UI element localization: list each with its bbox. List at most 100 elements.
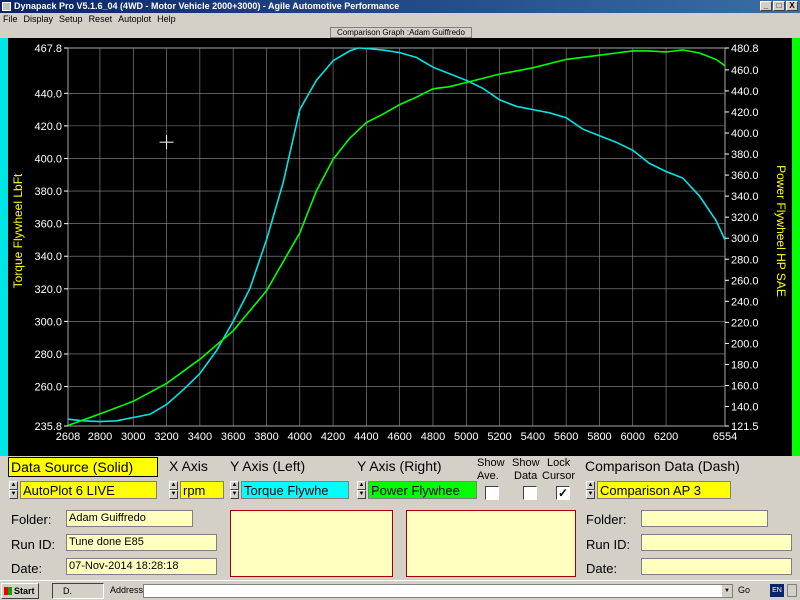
chevron-down-icon[interactable]: ▼: [722, 585, 732, 597]
x-tick-label: 5400: [521, 431, 545, 443]
notes-box-left[interactable]: [230, 510, 393, 577]
spin-down-icon[interactable]: ▼: [586, 490, 595, 499]
y-right-value[interactable]: Power Flywhee: [368, 481, 477, 499]
address-label: Address: [110, 585, 144, 595]
address-input[interactable]: [143, 584, 733, 598]
minimize-button[interactable]: _: [760, 1, 772, 11]
runid-label-right: Run ID:: [586, 537, 631, 552]
spin-up-icon[interactable]: ▲: [230, 481, 239, 490]
close-button[interactable]: X: [786, 1, 798, 11]
right-tick-label: 260.0: [731, 275, 759, 287]
right-tick-label: 420.0: [731, 107, 759, 119]
title-bar: Dynapack Pro V5.1.6_04 (4WD - Motor Vehi…: [0, 0, 800, 13]
show-data-label-top: Show: [512, 457, 540, 469]
y-right-spinner[interactable]: ▲ ▼: [357, 481, 366, 499]
y-left-spinner[interactable]: ▲ ▼: [230, 481, 239, 499]
lock-cursor-label-bottom: Cursor: [542, 470, 576, 482]
show-data-label-bottom: Data: [514, 470, 538, 482]
x-tick-label: 3400: [188, 431, 212, 443]
start-button[interactable]: Start: [1, 583, 39, 599]
right-tick-label: 320.0: [731, 212, 759, 224]
data-source-value[interactable]: AutoPlot 6 LIVE: [20, 481, 157, 499]
left-tick-label: 420.0: [34, 121, 62, 133]
x-tick-label: 6000: [621, 431, 645, 443]
right-tick-label: 140.0: [731, 402, 759, 414]
left-tick-label: 360.0: [34, 219, 62, 231]
notes-box-right[interactable]: [406, 510, 576, 577]
right-tick-label: 340.0: [731, 191, 759, 203]
graph-area[interactable]: 2608 2800 3000 3200 3400 3600 3800 4000 4200 4400…: [0, 38, 800, 456]
menu-setup[interactable]: Setup: [56, 13, 86, 25]
maximize-button[interactable]: □: [773, 1, 785, 11]
x-tick-label: 5800: [587, 431, 611, 443]
date-label-left: Date:: [11, 561, 43, 576]
menu-reset[interactable]: Reset: [86, 13, 116, 25]
left-tick-label: 280.0: [34, 349, 62, 361]
show-ave-checkbox[interactable]: [485, 486, 499, 500]
y-right-header: Y Axis (Right): [357, 458, 442, 474]
x-axis-header: X Axis: [169, 458, 208, 474]
crosshair-cursor: [159, 135, 174, 150]
left-tick-label: 340.0: [34, 251, 62, 263]
date-value-right: [641, 558, 792, 575]
comparison-spinner[interactable]: ▲ ▼: [586, 481, 595, 499]
x-axis-value[interactable]: rpm: [180, 481, 224, 499]
left-tick-label: 440.0: [34, 88, 62, 100]
data-source-header[interactable]: Data Source (Solid): [8, 457, 158, 477]
menu-file[interactable]: File: [0, 13, 21, 25]
show-ave-label-bottom: Ave.: [477, 470, 499, 482]
x-axis-spinner[interactable]: ▲ ▼: [169, 481, 178, 499]
comparison-value[interactable]: Comparison AP 3: [597, 481, 731, 499]
window-title: Dynapack Pro V5.1.6_04 (4WD - Motor Vehi…: [14, 1, 400, 11]
show-data-checkbox[interactable]: [523, 486, 537, 500]
left-tick-label: 300.0: [34, 316, 62, 328]
menu-help[interactable]: Help: [154, 13, 179, 25]
menu-bar: File Display Setup Reset Autoplot Help: [0, 13, 800, 25]
spin-down-icon[interactable]: ▼: [357, 490, 366, 499]
go-button[interactable]: Go: [738, 585, 750, 595]
left-tick-label: 400.0: [34, 153, 62, 165]
menu-autoplot[interactable]: Autoplot: [115, 13, 154, 25]
spin-up-icon[interactable]: ▲: [586, 481, 595, 490]
folder-label-left: Folder:: [11, 512, 52, 527]
dyno-chart[interactable]: 2608 2800 3000 3200 3400 3600 3800 4000 4200 4400…: [0, 38, 800, 456]
right-tick-label: 160.0: [731, 380, 759, 392]
x-tick-label: 4600: [387, 431, 411, 443]
language-indicator[interactable]: EN: [770, 584, 784, 597]
left-tick-label: 380.0: [34, 186, 62, 198]
x-tick-label: 4400: [354, 431, 378, 443]
runid-value-right: [641, 534, 792, 551]
lock-cursor-checkbox[interactable]: ✓: [556, 486, 570, 500]
right-tick-label: 360.0: [731, 170, 759, 182]
taskbar-item[interactable]: D.: [52, 583, 104, 599]
menu-display[interactable]: Display: [21, 13, 57, 25]
x-tick-label: 6200: [654, 431, 678, 443]
right-axis-color-bar: [792, 38, 800, 456]
right-axis-ticks: 480.8 460.0 440.0 420.0 400.0 380.0 360.0 340.0…: [725, 43, 759, 433]
left-tick-label: 235.8: [34, 421, 62, 433]
data-source-spinner[interactable]: ▲ ▼: [9, 481, 18, 499]
y-left-value[interactable]: Torque Flywhe: [241, 481, 349, 499]
right-tick-label: 440.0: [731, 86, 759, 98]
spin-up-icon[interactable]: ▲: [169, 481, 178, 490]
runid-label-left: Run ID:: [11, 537, 56, 552]
right-tick-label: 180.0: [731, 359, 759, 371]
right-tick-label: 300.0: [731, 233, 759, 245]
x-tick-label: 4200: [321, 431, 345, 443]
right-axis-label: Power Flywheel HP SAE: [774, 165, 788, 297]
x-tick-label: 5000: [454, 431, 478, 443]
spin-down-icon[interactable]: ▼: [9, 490, 18, 499]
application-window: Dynapack Pro V5.1.6_04 (4WD - Motor Vehi…: [0, 0, 800, 600]
spin-down-icon[interactable]: ▼: [230, 490, 239, 499]
graph-title: Comparison Graph :Adam Guiffredo: [330, 27, 472, 38]
spin-down-icon[interactable]: ▼: [169, 490, 178, 499]
right-tick-label: 400.0: [731, 128, 759, 140]
app-icon: [2, 2, 11, 11]
spin-up-icon[interactable]: ▲: [357, 481, 366, 490]
taskbar-scroll-icon[interactable]: [787, 584, 797, 597]
x-tick-label: 3800: [254, 431, 278, 443]
date-label-right: Date:: [586, 561, 618, 576]
spin-up-icon[interactable]: ▲: [9, 481, 18, 490]
left-tick-label: 467.8: [34, 43, 62, 55]
x-axis-ticks: 2608 2800 3000 3200 3400 3600 3800 4000 4200 4400…: [56, 431, 737, 443]
